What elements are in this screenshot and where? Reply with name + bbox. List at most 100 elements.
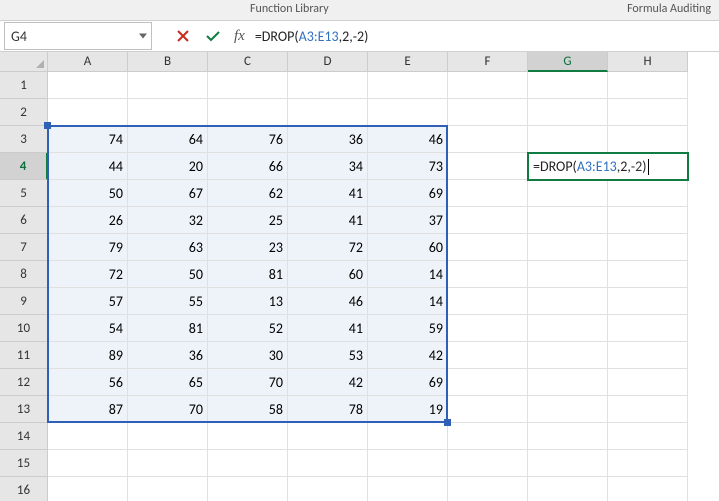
cell-D11[interactable]: 53 <box>288 342 368 369</box>
cell-C12[interactable]: 70 <box>208 369 288 396</box>
worksheet[interactable]: ABCDEFGH 1234567891011121314151617 74647… <box>0 52 719 501</box>
row-header-4[interactable]: 4 <box>0 153 48 180</box>
cell-B4[interactable]: 20 <box>128 153 208 180</box>
cell-F15[interactable] <box>448 450 528 477</box>
cell-D15[interactable] <box>288 450 368 477</box>
cell-A1[interactable] <box>48 72 128 99</box>
row-header-13[interactable]: 13 <box>0 396 48 423</box>
cell-C16[interactable] <box>208 477 288 501</box>
cell-E3[interactable]: 46 <box>368 126 448 153</box>
cell-D14[interactable] <box>288 423 368 450</box>
column-header-B[interactable]: B <box>128 52 208 72</box>
cell-D9[interactable]: 46 <box>288 288 368 315</box>
cell-G14[interactable] <box>528 423 608 450</box>
cell-A14[interactable] <box>48 423 128 450</box>
cell-D13[interactable]: 78 <box>288 396 368 423</box>
cell-G9[interactable] <box>528 288 608 315</box>
active-cell-editor[interactable]: =DROP(A3:E13,2,-2) <box>527 152 689 181</box>
column-header-H[interactable]: H <box>608 52 688 72</box>
cell-C4[interactable]: 66 <box>208 153 288 180</box>
cell-H1[interactable] <box>608 72 688 99</box>
cell-A9[interactable]: 57 <box>48 288 128 315</box>
cell-G6[interactable] <box>528 207 608 234</box>
cell-F11[interactable] <box>448 342 528 369</box>
cell-E15[interactable] <box>368 450 448 477</box>
cell-D5[interactable]: 41 <box>288 180 368 207</box>
cell-B9[interactable]: 55 <box>128 288 208 315</box>
cell-H8[interactable] <box>608 261 688 288</box>
cell-B12[interactable]: 65 <box>128 369 208 396</box>
cell-A11[interactable]: 89 <box>48 342 128 369</box>
cell-E6[interactable]: 37 <box>368 207 448 234</box>
cell-F13[interactable] <box>448 396 528 423</box>
cell-G1[interactable] <box>528 72 608 99</box>
cell-F10[interactable] <box>448 315 528 342</box>
cell-C7[interactable]: 23 <box>208 234 288 261</box>
cell-B8[interactable]: 50 <box>128 261 208 288</box>
row-header-11[interactable]: 11 <box>0 342 48 369</box>
formula-input[interactable]: =DROP(A3:E13,2,-2) <box>251 22 719 50</box>
cell-A12[interactable]: 56 <box>48 369 128 396</box>
cell-F14[interactable] <box>448 423 528 450</box>
cell-D4[interactable]: 34 <box>288 153 368 180</box>
cell-H16[interactable] <box>608 477 688 501</box>
row-header-1[interactable]: 1 <box>0 72 48 99</box>
cell-E16[interactable] <box>368 477 448 501</box>
cell-F8[interactable] <box>448 261 528 288</box>
row-header-9[interactable]: 9 <box>0 288 48 315</box>
cell-C5[interactable]: 62 <box>208 180 288 207</box>
cell-G2[interactable] <box>528 99 608 126</box>
cell-H13[interactable] <box>608 396 688 423</box>
column-header-A[interactable]: A <box>48 52 128 72</box>
cell-G7[interactable] <box>528 234 608 261</box>
row-header-12[interactable]: 12 <box>0 369 48 396</box>
cell-B16[interactable] <box>128 477 208 501</box>
range-handle[interactable] <box>44 122 51 129</box>
cell-D12[interactable]: 42 <box>288 369 368 396</box>
column-header-D[interactable]: D <box>288 52 368 72</box>
cell-C11[interactable]: 30 <box>208 342 288 369</box>
cell-E10[interactable]: 59 <box>368 315 448 342</box>
cell-H10[interactable] <box>608 315 688 342</box>
cell-F4[interactable] <box>448 153 528 180</box>
cell-B7[interactable]: 63 <box>128 234 208 261</box>
cell-E4[interactable]: 73 <box>368 153 448 180</box>
cell-A7[interactable]: 79 <box>48 234 128 261</box>
cell-G16[interactable] <box>528 477 608 501</box>
select-all-corner[interactable] <box>0 52 48 72</box>
cell-F1[interactable] <box>448 72 528 99</box>
cell-D16[interactable] <box>288 477 368 501</box>
cell-C8[interactable]: 81 <box>208 261 288 288</box>
enter-button[interactable] <box>198 22 228 50</box>
cell-E14[interactable] <box>368 423 448 450</box>
cell-A8[interactable]: 72 <box>48 261 128 288</box>
cell-E9[interactable]: 14 <box>368 288 448 315</box>
cell-D6[interactable]: 41 <box>288 207 368 234</box>
cell-F12[interactable] <box>448 369 528 396</box>
cell-H12[interactable] <box>608 369 688 396</box>
cell-F7[interactable] <box>448 234 528 261</box>
cell-F6[interactable] <box>448 207 528 234</box>
cell-A6[interactable]: 26 <box>48 207 128 234</box>
cell-C2[interactable] <box>208 99 288 126</box>
cancel-button[interactable] <box>168 22 198 50</box>
cell-A13[interactable]: 87 <box>48 396 128 423</box>
cell-E5[interactable]: 69 <box>368 180 448 207</box>
cell-B11[interactable]: 36 <box>128 342 208 369</box>
cell-G5[interactable] <box>528 180 608 207</box>
cell-H14[interactable] <box>608 423 688 450</box>
cell-H7[interactable] <box>608 234 688 261</box>
cell-E7[interactable]: 60 <box>368 234 448 261</box>
cell-H5[interactable] <box>608 180 688 207</box>
row-header-2[interactable]: 2 <box>0 99 48 126</box>
row-header-16[interactable]: 16 <box>0 477 48 501</box>
cell-C6[interactable]: 25 <box>208 207 288 234</box>
cell-C14[interactable] <box>208 423 288 450</box>
cell-A15[interactable] <box>48 450 128 477</box>
cell-B10[interactable]: 81 <box>128 315 208 342</box>
cell-E2[interactable] <box>368 99 448 126</box>
column-header-F[interactable]: F <box>448 52 528 72</box>
cell-A16[interactable] <box>48 477 128 501</box>
cell-C3[interactable]: 76 <box>208 126 288 153</box>
name-box[interactable]: G4 <box>4 22 152 50</box>
